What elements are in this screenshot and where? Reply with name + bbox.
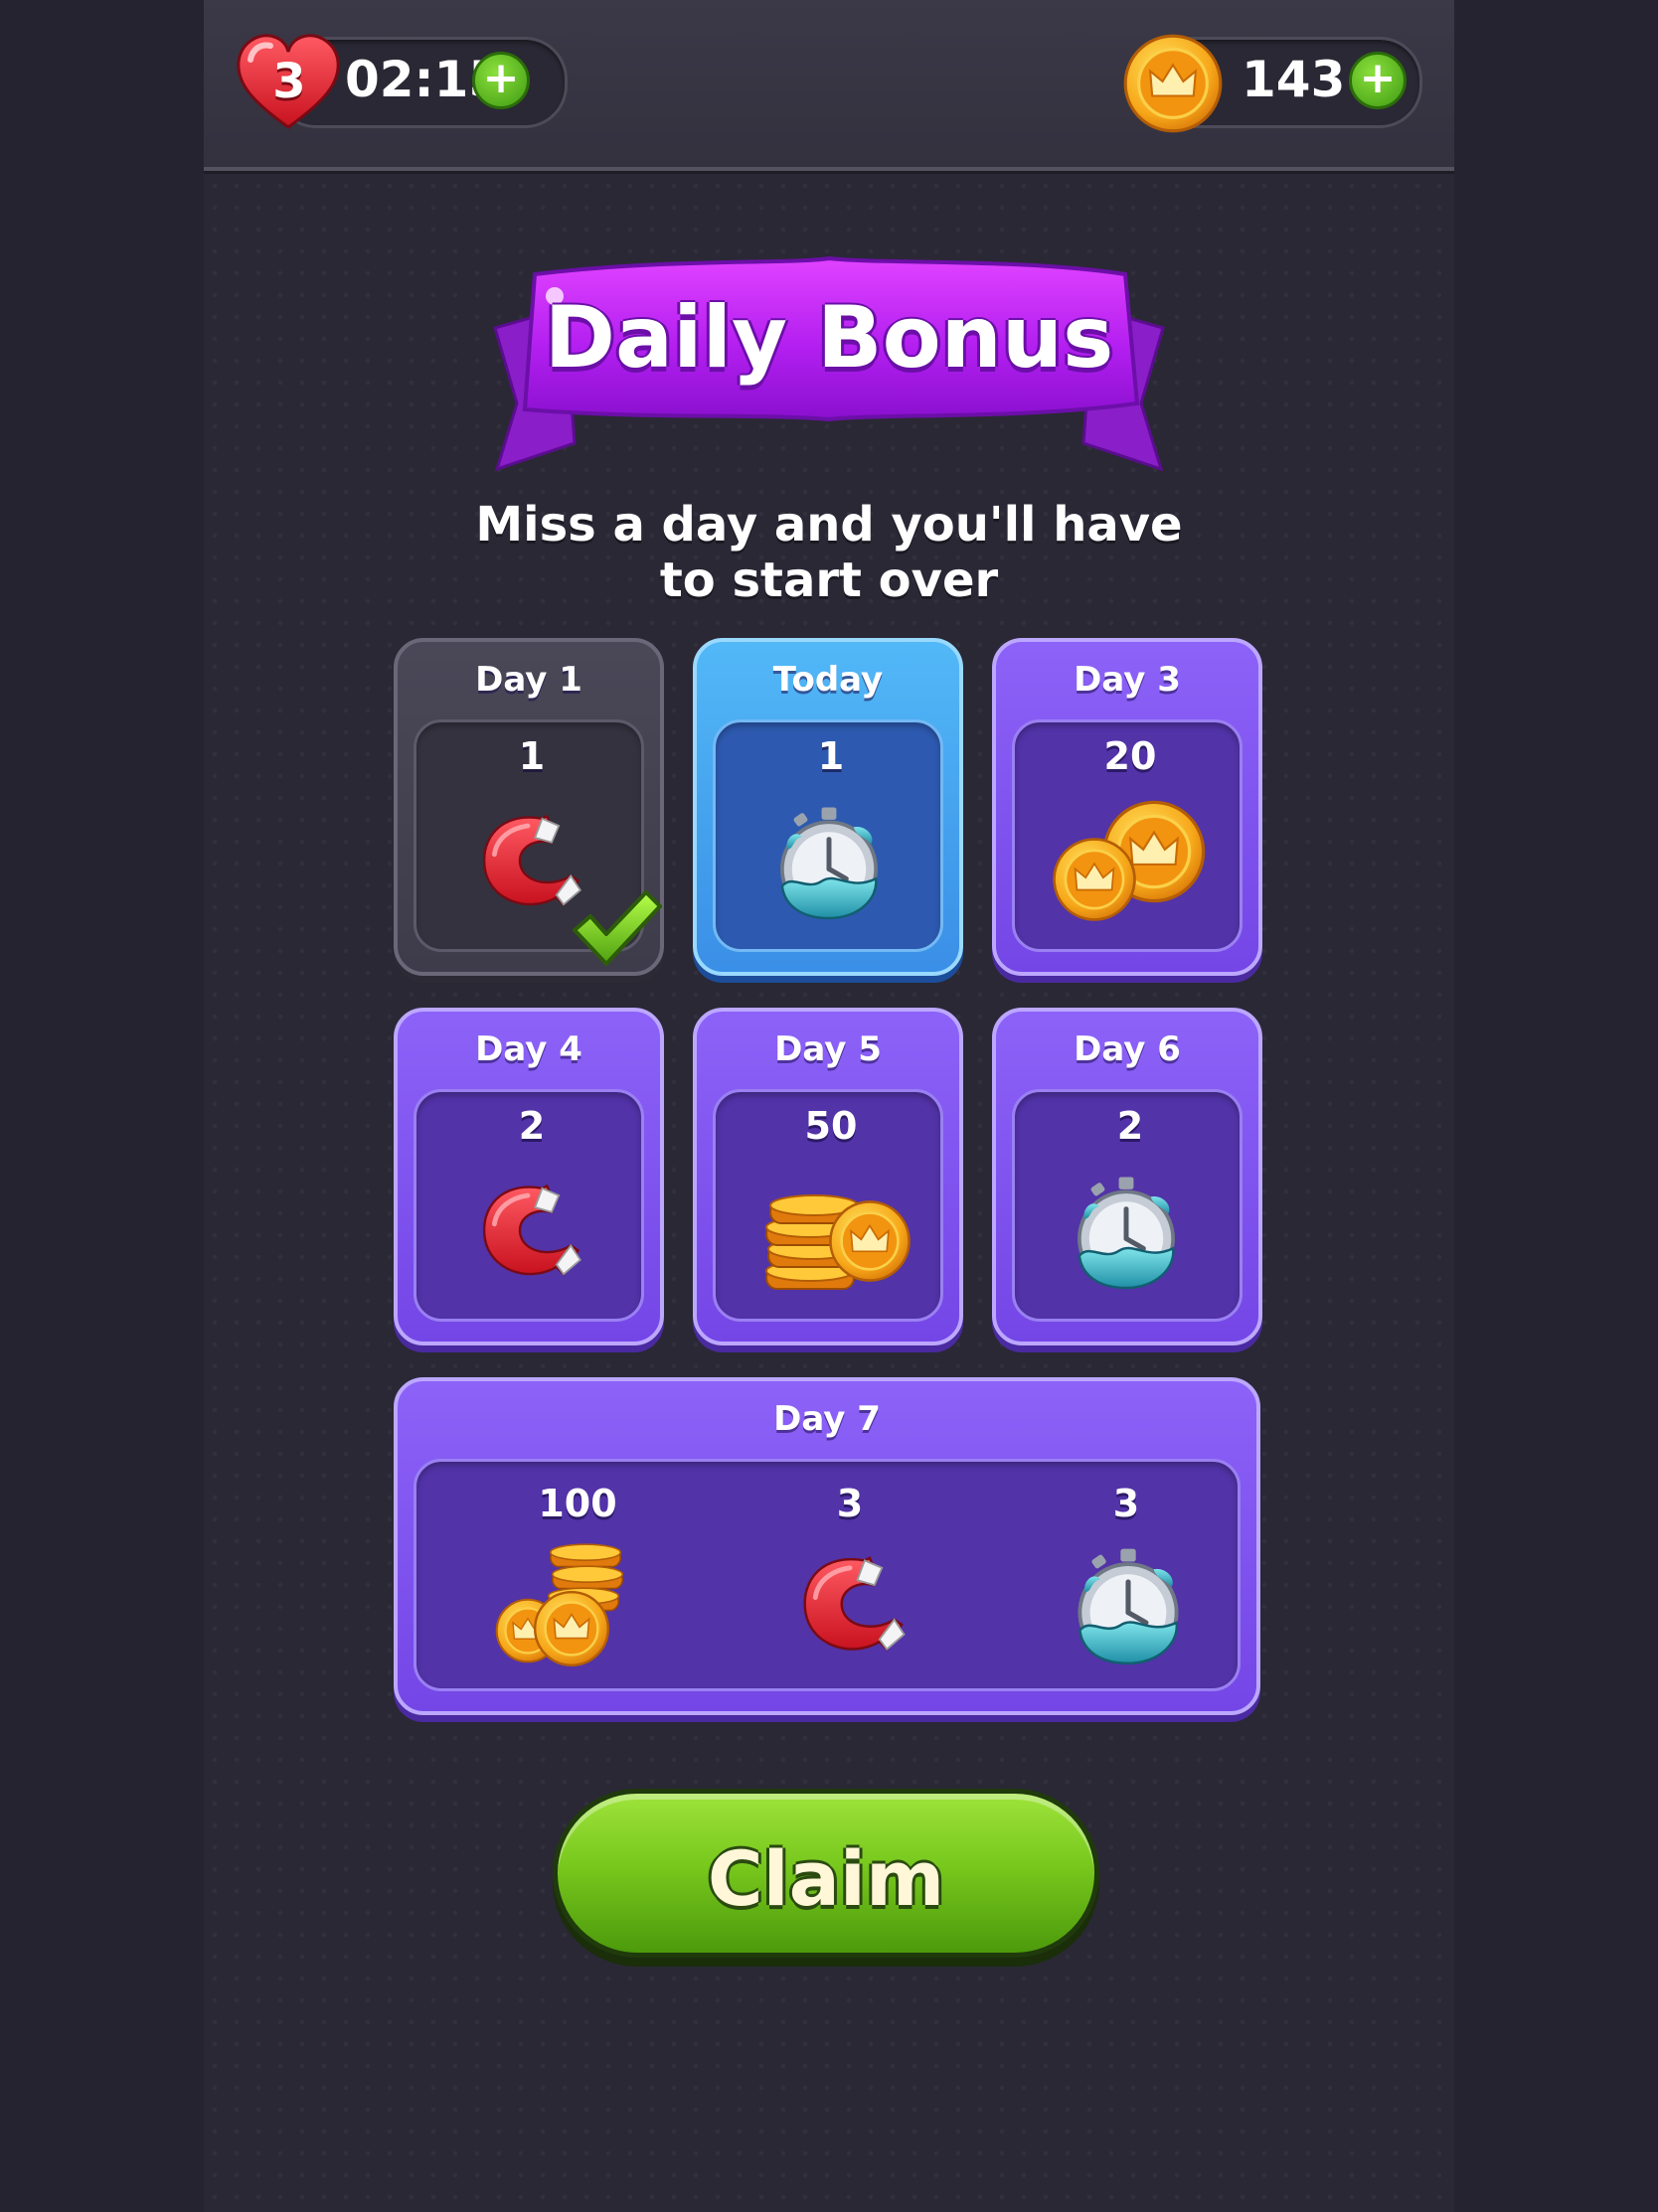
day-label: Day 6 (1074, 1029, 1181, 1069)
day-label: Day 5 (774, 1029, 882, 1069)
coin-balance: 143 (1242, 51, 1346, 108)
add-coins-button[interactable]: + (1349, 52, 1407, 109)
claim-label: Claim (707, 1834, 945, 1923)
day-card-7[interactable]: Day 7 100 3 3 (394, 1377, 1260, 1715)
reward-slot: 100 3 3 (414, 1459, 1241, 1691)
reward-count: 50 (804, 1104, 858, 1148)
day-card-today[interactable]: Today 1 (693, 638, 963, 976)
day-label: Today (772, 660, 884, 700)
coin-pile-icon (494, 1541, 633, 1670)
coin-stack-icon (755, 1168, 914, 1297)
reward-count: 1 (518, 734, 546, 778)
day-label: Day 7 (773, 1399, 881, 1439)
day-label: Day 1 (475, 660, 582, 700)
claim-button[interactable]: Claim (553, 1789, 1099, 1958)
reward-slot: 2 (1012, 1089, 1243, 1322)
day-card-5[interactable]: Day 5 50 (693, 1008, 963, 1345)
plus-icon: + (482, 53, 520, 103)
magnet-icon (788, 1543, 912, 1666)
top-bar: 3 02:15 + 143 + (204, 0, 1454, 171)
subtitle-line-1: Miss a day and you'll have (475, 497, 1183, 553)
day-card-6[interactable]: Day 6 2 (992, 1008, 1262, 1345)
stopwatch-icon (1065, 1170, 1188, 1293)
add-lives-button[interactable]: + (472, 52, 530, 109)
reward-count: 2 (1116, 1104, 1144, 1148)
reward-count: 3 (836, 1482, 864, 1525)
reward-slot: 2 (414, 1089, 644, 1322)
reward-slot: 1 (713, 719, 943, 952)
reward-count: 2 (518, 1104, 546, 1148)
coins-icon (1051, 798, 1210, 927)
subtitle-line-2: to start over (659, 553, 999, 608)
reward-count: 1 (817, 734, 845, 778)
day-label: Day 4 (475, 1029, 582, 1069)
reward-count: 20 (1103, 734, 1157, 778)
day-card-3[interactable]: Day 3 20 (992, 638, 1262, 976)
reward-slot: 20 (1012, 719, 1243, 952)
stopwatch-icon (1065, 1541, 1192, 1668)
checkmark-icon (569, 886, 664, 970)
reward-count: 100 (538, 1482, 617, 1525)
banner-title: Daily Bonus (544, 288, 1114, 388)
day-card-1[interactable]: Day 1 1 (394, 638, 664, 976)
stopwatch-icon (767, 800, 891, 923)
lives-count: 3 (272, 54, 306, 109)
coin-icon (1121, 32, 1225, 135)
reward-slot: 50 (713, 1089, 943, 1322)
magnet-icon (468, 1172, 587, 1291)
plus-icon: + (1359, 53, 1397, 103)
subtitle: Miss a day and you'll have to start over (0, 497, 1658, 608)
day-label: Day 3 (1074, 660, 1181, 700)
reward-count: 3 (1112, 1482, 1140, 1525)
day-card-4[interactable]: Day 4 2 (394, 1008, 664, 1345)
